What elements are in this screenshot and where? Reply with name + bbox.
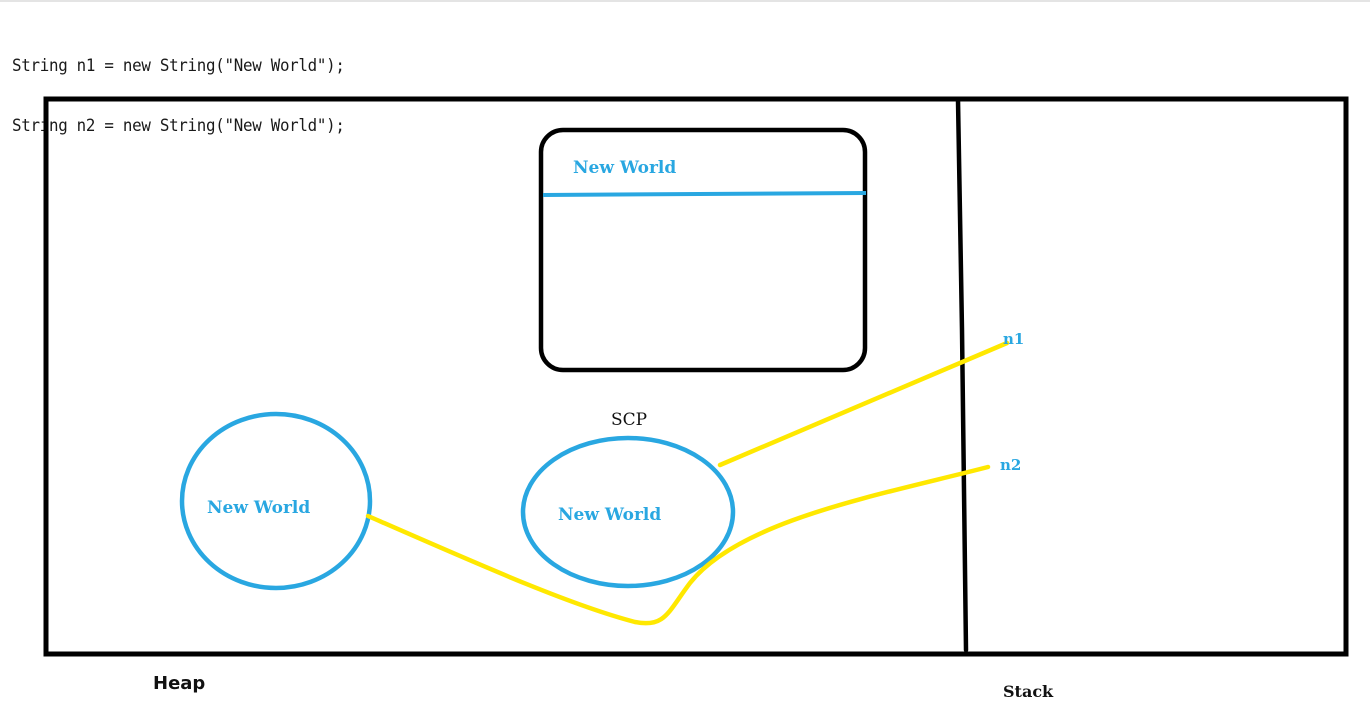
scp-object-label: New World xyxy=(558,505,661,525)
string-pool-divider xyxy=(542,191,867,197)
heap-label: Heap xyxy=(153,673,205,694)
heap-object-label: New World xyxy=(207,498,310,518)
string-pool-entry-label: New World xyxy=(573,158,676,178)
memory-diagram: New World New World New World SCP n1 n2 … xyxy=(43,96,1349,701)
scp-label: SCP xyxy=(611,410,647,430)
heap-stack-divider xyxy=(955,97,969,653)
n1-label: n1 xyxy=(1003,330,1024,348)
n2-label: n2 xyxy=(1000,456,1021,474)
n2-reference-line xyxy=(365,464,991,626)
stack-label: Stack xyxy=(1003,682,1054,701)
